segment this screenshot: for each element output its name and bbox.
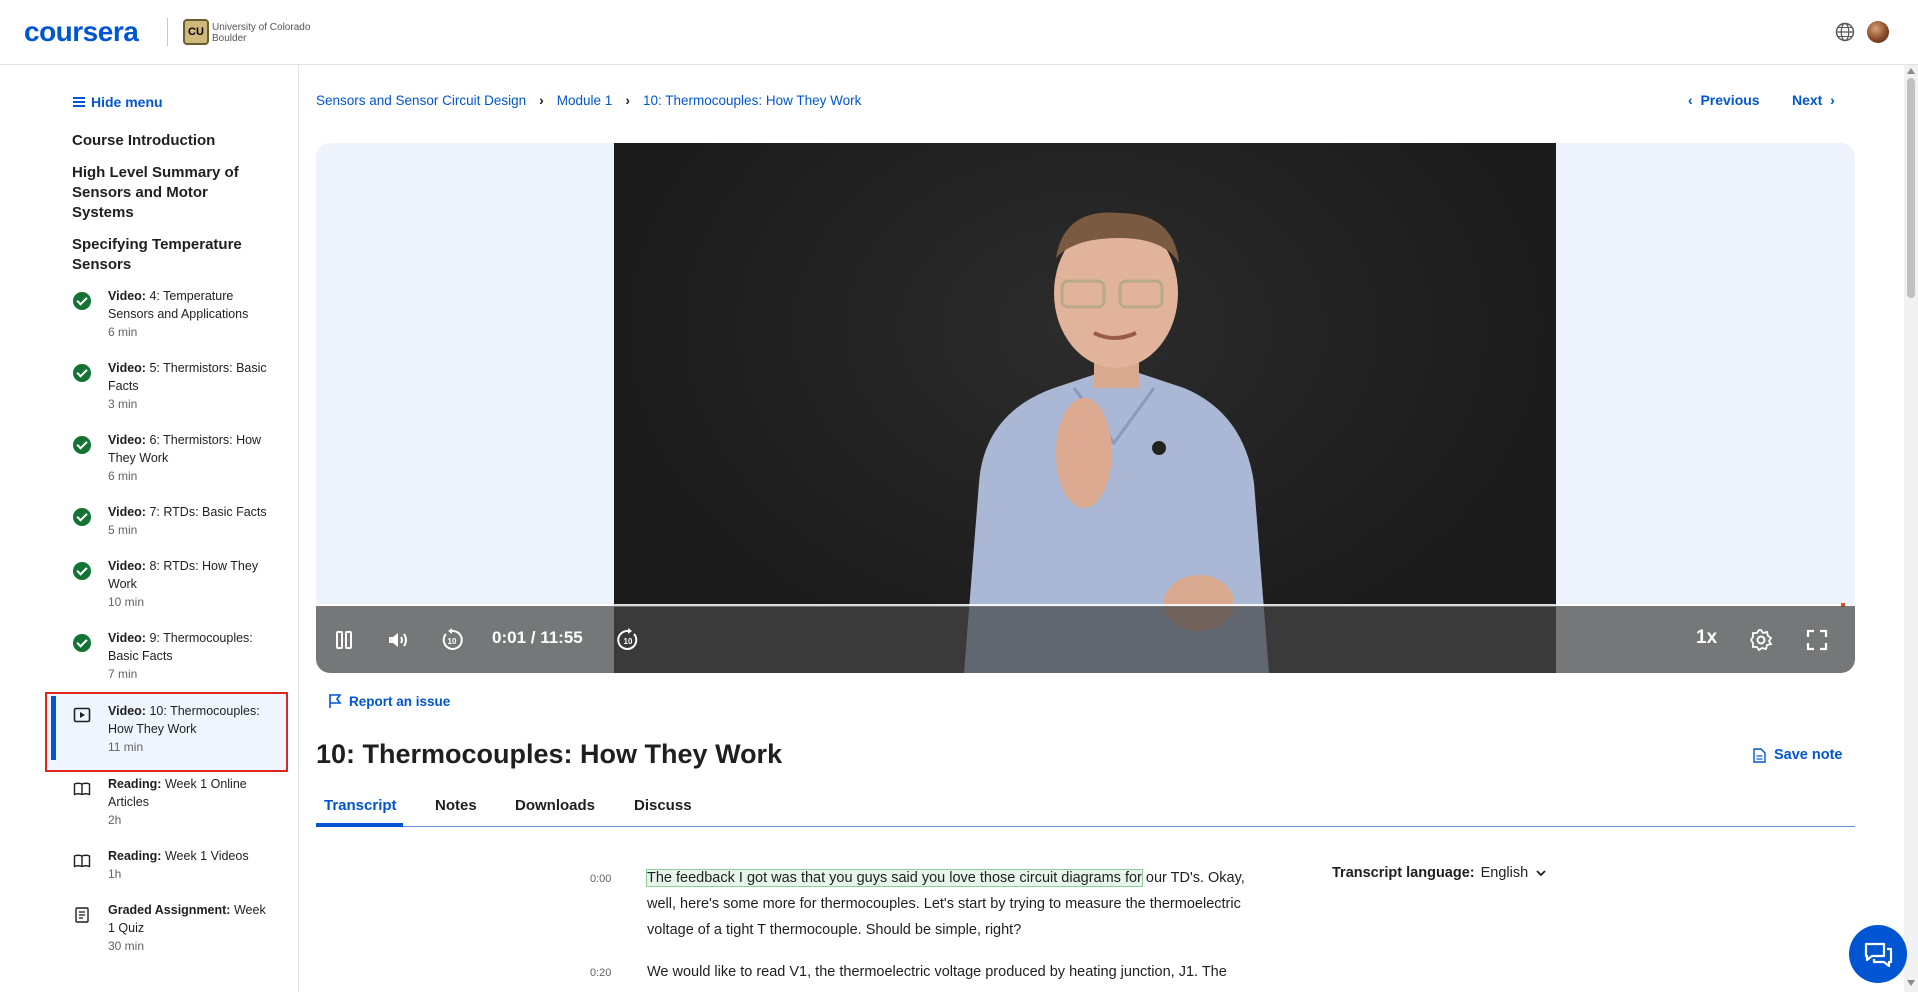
current-transcript-highlight: The feedback I got was that you guys sai… bbox=[646, 869, 1143, 887]
top-bar: coursera CU University of Colorado Bould… bbox=[0, 0, 1918, 65]
sidebar-item-video-10[interactable]: Video: 10: Thermocouples: How They Work … bbox=[45, 692, 288, 772]
next-button[interactable]: Next › bbox=[1792, 92, 1835, 108]
active-tab-indicator bbox=[316, 823, 403, 827]
svg-text:10: 10 bbox=[448, 637, 457, 646]
video-player[interactable]: 10 0:01 / 11:55 10 1x bbox=[316, 143, 1855, 673]
sidebar-item-video-6[interactable]: Video: 6: Thermistors: How They Work 6 m… bbox=[45, 431, 288, 499]
assignment-icon bbox=[75, 907, 89, 923]
duration: 3 min bbox=[108, 397, 138, 411]
sidebar-item-video-5[interactable]: Video: 5: Thermistors: Basic Facts 3 min bbox=[45, 359, 288, 427]
tab-transcript[interactable]: Transcript bbox=[324, 797, 397, 814]
scroll-up-arrow[interactable] bbox=[1907, 68, 1915, 74]
duration: 7 min bbox=[108, 667, 138, 681]
svg-text:10: 10 bbox=[624, 637, 633, 646]
logo-divider bbox=[167, 18, 168, 46]
pause-icon[interactable] bbox=[332, 628, 356, 652]
content-tabs: Transcript Notes Downloads Discuss bbox=[316, 785, 1855, 827]
course-sidebar: Hide menu Course Introduction High Level… bbox=[0, 65, 299, 992]
duration: 1h bbox=[108, 867, 122, 881]
avatar[interactable] bbox=[1867, 21, 1889, 43]
breadcrumb: Sensors and Sensor Circuit Design › Modu… bbox=[316, 92, 861, 108]
video-frame[interactable] bbox=[614, 143, 1556, 673]
playback-speed-button[interactable]: 1x bbox=[1696, 627, 1717, 649]
fullscreen-icon[interactable] bbox=[1805, 628, 1829, 652]
scroll-down-arrow[interactable] bbox=[1907, 980, 1915, 986]
chevron-left-icon: ‹ bbox=[1688, 92, 1701, 108]
check-icon bbox=[73, 292, 91, 310]
forward-10-icon[interactable]: 10 bbox=[616, 628, 640, 652]
breadcrumb-module[interactable]: Module 1 bbox=[557, 93, 613, 108]
page-scrollbar[interactable] bbox=[1904, 65, 1918, 992]
check-icon bbox=[73, 436, 91, 454]
hamburger-icon bbox=[73, 97, 85, 107]
duration: 2h bbox=[108, 813, 122, 827]
university-name: University of Colorado Boulder bbox=[212, 22, 311, 44]
video-title: 10: Thermocouples: How They Work bbox=[316, 739, 783, 769]
sidebar-item-video-4[interactable]: Video: 4: Temperature Sensors and Applic… bbox=[45, 287, 288, 355]
settings-icon[interactable] bbox=[1749, 628, 1773, 652]
transcript-timestamp[interactable]: 0:20 bbox=[590, 967, 611, 979]
transcript-paragraph[interactable]: We would like to read V1, the thermoelec… bbox=[647, 959, 1277, 985]
duration: 6 min bbox=[108, 325, 138, 339]
duration: 30 min bbox=[108, 939, 145, 953]
duration: 11 min bbox=[108, 740, 144, 754]
globe-icon[interactable] bbox=[1835, 22, 1855, 42]
volume-icon[interactable] bbox=[386, 628, 410, 652]
duration: 6 min bbox=[108, 469, 138, 483]
main-content: Sensors and Sensor Circuit Design › Modu… bbox=[300, 65, 1900, 992]
scrollbar-thumb[interactable] bbox=[1907, 78, 1915, 298]
hide-menu-button[interactable]: Hide menu bbox=[73, 94, 163, 110]
sidebar-item-video-8[interactable]: Video: 8: RTDs: How They Work 10 min bbox=[45, 557, 288, 625]
time-display: 0:01 / 11:55 bbox=[492, 628, 583, 647]
presenter-image bbox=[964, 212, 1269, 673]
sidebar-item-video-9[interactable]: Video: 9: Thermocouples: Basic Facts 7 m… bbox=[45, 629, 288, 697]
sidebar-item-graded-quiz[interactable]: Graded Assignment: Week 1 Quiz 30 min bbox=[45, 901, 288, 969]
duration: 5 min bbox=[108, 523, 138, 537]
duration: 10 min bbox=[108, 595, 145, 609]
save-note-button[interactable]: Save note bbox=[1753, 747, 1843, 763]
check-icon bbox=[73, 508, 91, 526]
breadcrumb-course[interactable]: Sensors and Sensor Circuit Design bbox=[316, 93, 526, 108]
tab-downloads[interactable]: Downloads bbox=[515, 797, 595, 814]
transcript-paragraph[interactable]: The feedback I got was that you guys sai… bbox=[646, 865, 1277, 943]
player-controls: 10 0:01 / 11:55 10 1x bbox=[316, 606, 1855, 673]
chevron-right-icon: › bbox=[1822, 92, 1835, 108]
university-logo[interactable]: CU bbox=[183, 19, 209, 45]
report-issue-button[interactable]: Report an issue bbox=[327, 693, 450, 709]
book-icon bbox=[73, 854, 91, 868]
breadcrumb-current[interactable]: 10: Thermocouples: How They Work bbox=[643, 93, 861, 108]
rewind-10-icon[interactable]: 10 bbox=[440, 628, 464, 652]
tab-discuss[interactable]: Discuss bbox=[634, 797, 692, 814]
book-icon bbox=[73, 782, 91, 796]
sidebar-item-reading-videos[interactable]: Reading: Week 1 Videos 1h bbox=[45, 847, 288, 899]
tab-notes[interactable]: Notes bbox=[435, 797, 477, 814]
chevron-right-icon: › bbox=[625, 92, 630, 108]
check-icon bbox=[73, 634, 91, 652]
previous-button[interactable]: ‹ Previous bbox=[1688, 92, 1760, 108]
section-specifying-temperature-sensors[interactable]: Specifying Temperature Sensors bbox=[72, 235, 262, 275]
chat-button[interactable] bbox=[1849, 925, 1907, 983]
chevron-down-icon bbox=[1536, 870, 1546, 877]
sidebar-item-reading-articles[interactable]: Reading: Week 1 Online Articles 2h bbox=[45, 775, 288, 843]
transcript-timestamp[interactable]: 0:00 bbox=[590, 873, 611, 885]
section-high-level-summary[interactable]: High Level Summary of Sensors and Motor … bbox=[72, 163, 262, 223]
sidebar-item-video-7[interactable]: Video: 7: RTDs: Basic Facts 5 min bbox=[45, 503, 288, 555]
check-icon bbox=[73, 562, 91, 580]
transcript-language-select[interactable]: Transcript language: English bbox=[1332, 865, 1548, 881]
section-course-introduction[interactable]: Course Introduction bbox=[72, 131, 262, 151]
coursera-logo[interactable]: coursera bbox=[24, 16, 139, 48]
flag-icon bbox=[329, 694, 342, 708]
chevron-right-icon: › bbox=[539, 92, 544, 108]
check-icon bbox=[73, 364, 91, 382]
chat-icon bbox=[1864, 942, 1893, 968]
note-icon bbox=[1753, 747, 1766, 763]
play-icon bbox=[73, 707, 91, 723]
